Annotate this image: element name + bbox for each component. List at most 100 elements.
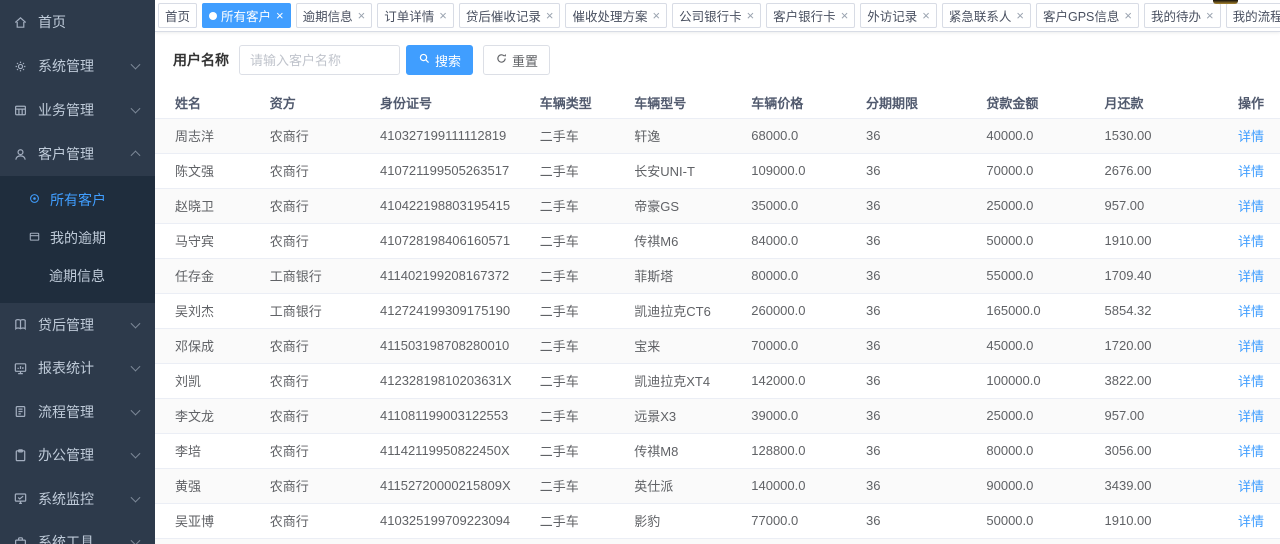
table-cell: 3822.00 xyxy=(1105,363,1220,398)
table-cell: 128800.0 xyxy=(751,433,866,468)
tab-9[interactable]: 紧急联系人× xyxy=(942,3,1031,28)
table-cell: 50000.0 xyxy=(986,223,1104,258)
table-cell: 二手车 xyxy=(540,188,635,223)
overdue-icon xyxy=(28,230,41,246)
table-row: 周志洋农商行410327199111112819二手车轩逸68000.03640… xyxy=(155,118,1280,153)
tab-close-icon[interactable]: × xyxy=(1016,9,1024,22)
table-cell xyxy=(866,538,986,544)
sidebar-item-overdue-info[interactable]: 逾期信息 xyxy=(0,257,155,295)
table-cell-actions: 详情 xyxy=(1219,153,1280,188)
tab-5[interactable]: 催收处理方案× xyxy=(565,3,667,28)
sidebar-item-system[interactable]: 系统管理 xyxy=(0,44,155,88)
search-form: 用户名称 搜索 重置 xyxy=(155,32,1280,84)
tab-close-icon[interactable]: × xyxy=(841,9,849,22)
detail-link[interactable]: 详情 xyxy=(1238,129,1264,144)
column-header-funder: 资方 xyxy=(270,88,380,118)
table-cell-actions: 详情 xyxy=(1219,118,1280,153)
table-cell: 影豹 xyxy=(634,503,751,538)
tab-close-icon[interactable]: × xyxy=(922,9,930,22)
sidebar-item-business[interactable]: 业务管理 xyxy=(0,88,155,132)
tab-7[interactable]: 客户银行卡× xyxy=(766,3,855,28)
tab-0[interactable]: 首页 xyxy=(158,3,197,28)
tab-close-icon[interactable]: × xyxy=(1206,9,1214,22)
tab-close-icon[interactable]: × xyxy=(747,9,755,22)
column-header-loan-amount: 贷款金额 xyxy=(986,88,1104,118)
table-cell: 410728198406160571 xyxy=(380,223,540,258)
table-cell: 工商银行 xyxy=(270,258,380,293)
table-cell: 25000.0 xyxy=(986,398,1104,433)
tab-close-icon[interactable]: × xyxy=(358,9,366,22)
table-cell: 农商行 xyxy=(270,398,380,433)
detail-link[interactable]: 详情 xyxy=(1238,409,1264,424)
table-cell: 84000.0 xyxy=(751,223,866,258)
detail-link[interactable]: 详情 xyxy=(1238,374,1264,389)
table-cell: 36 xyxy=(866,363,986,398)
search-label: 用户名称 xyxy=(173,50,229,70)
table-cell: 70000.0 xyxy=(986,153,1104,188)
tab-close-icon[interactable]: × xyxy=(1124,9,1132,22)
table-cell: 二手车 xyxy=(540,153,635,188)
tab-8[interactable]: 外访记录× xyxy=(860,3,937,28)
table-cell-actions: 详情 xyxy=(1219,293,1280,328)
sidebar-item-monitoring[interactable]: 系统监控 xyxy=(0,477,155,521)
sidebar-item-all-customers[interactable]: 所有客户 xyxy=(0,181,155,219)
table-row: 刘凯农商行41232819810203631X二手车凯迪拉克XT4142000.… xyxy=(155,363,1280,398)
table-cell: 农商行 xyxy=(270,433,380,468)
table-cell: 长安UNI-T xyxy=(634,153,751,188)
table-cell: 410721199505263517 xyxy=(380,153,540,188)
reset-button[interactable]: 重置 xyxy=(483,45,550,75)
tab-2[interactable]: 逾期信息× xyxy=(296,3,373,28)
sidebar-item-customers[interactable]: 客户管理 xyxy=(0,132,155,176)
table-cell: 赵晓卫 xyxy=(155,188,270,223)
tab-12[interactable]: 我的流程× xyxy=(1226,3,1280,28)
sidebar-item-tools[interactable]: 系统工具 xyxy=(0,521,155,544)
search-input[interactable] xyxy=(239,45,400,75)
table-cell: 410325199709223094 xyxy=(380,503,540,538)
sidebar-item-reports[interactable]: 报表统计 xyxy=(0,347,155,391)
tab-close-icon[interactable]: × xyxy=(439,9,447,22)
tab-close-icon[interactable]: × xyxy=(276,9,284,22)
table-cell: 李培 xyxy=(155,433,270,468)
tab-4[interactable]: 贷后催收记录× xyxy=(459,3,561,28)
tab-3[interactable]: 订单详情× xyxy=(377,3,454,28)
tab-close-icon[interactable]: × xyxy=(546,9,554,22)
detail-link[interactable]: 详情 xyxy=(1238,234,1264,249)
table-cell: 农商行 xyxy=(270,538,380,544)
detail-link[interactable]: 详情 xyxy=(1238,199,1264,214)
book-icon xyxy=(13,317,28,332)
sidebar-item-office[interactable]: 办公管理 xyxy=(0,434,155,478)
detail-link[interactable]: 详情 xyxy=(1238,164,1264,179)
search-button[interactable]: 搜索 xyxy=(406,45,473,75)
sidebar-item-post-loan[interactable]: 贷后管理 xyxy=(0,303,155,347)
home-icon xyxy=(13,15,28,30)
monitor-icon xyxy=(13,491,28,506)
table-cell: 70000.0 xyxy=(751,328,866,363)
detail-link[interactable]: 详情 xyxy=(1238,304,1264,319)
tab-close-icon[interactable]: × xyxy=(652,9,660,22)
table-cell: 140000.0 xyxy=(751,468,866,503)
detail-link[interactable]: 详情 xyxy=(1238,269,1264,284)
column-header-id: 身份证号 xyxy=(380,88,540,118)
detail-link[interactable]: 详情 xyxy=(1238,444,1264,459)
sidebar-item-process[interactable]: 流程管理 xyxy=(0,390,155,434)
detail-link[interactable]: 详情 xyxy=(1238,514,1264,529)
detail-link[interactable]: 详情 xyxy=(1238,479,1264,494)
table-cell xyxy=(986,538,1104,544)
table-cell-actions: 详情 xyxy=(1219,398,1280,433)
tab-1[interactable]: 所有客户× xyxy=(202,3,291,28)
sidebar-item-label: 系统监控 xyxy=(38,489,94,509)
tab-10[interactable]: 客户GPS信息× xyxy=(1036,3,1139,28)
tab-6[interactable]: 公司银行卡× xyxy=(672,3,761,28)
table-cell: 二手车 xyxy=(540,468,635,503)
table-cell: 农商行 xyxy=(270,363,380,398)
avatar[interactable] xyxy=(1213,0,1238,4)
sidebar-item-home[interactable]: 首页 xyxy=(0,0,155,44)
table-cell: 260000.0 xyxy=(751,293,866,328)
table-cell: 957.00 xyxy=(1105,188,1220,223)
sidebar-item-my-overdue[interactable]: 我的逾期 xyxy=(0,219,155,257)
table-cell: 轩逸 xyxy=(634,118,751,153)
tab-11[interactable]: 我的待办× xyxy=(1144,3,1221,28)
detail-link[interactable]: 详情 xyxy=(1238,339,1264,354)
chevron-down-icon xyxy=(131,449,141,459)
table-cell: 李文龙 xyxy=(155,398,270,433)
